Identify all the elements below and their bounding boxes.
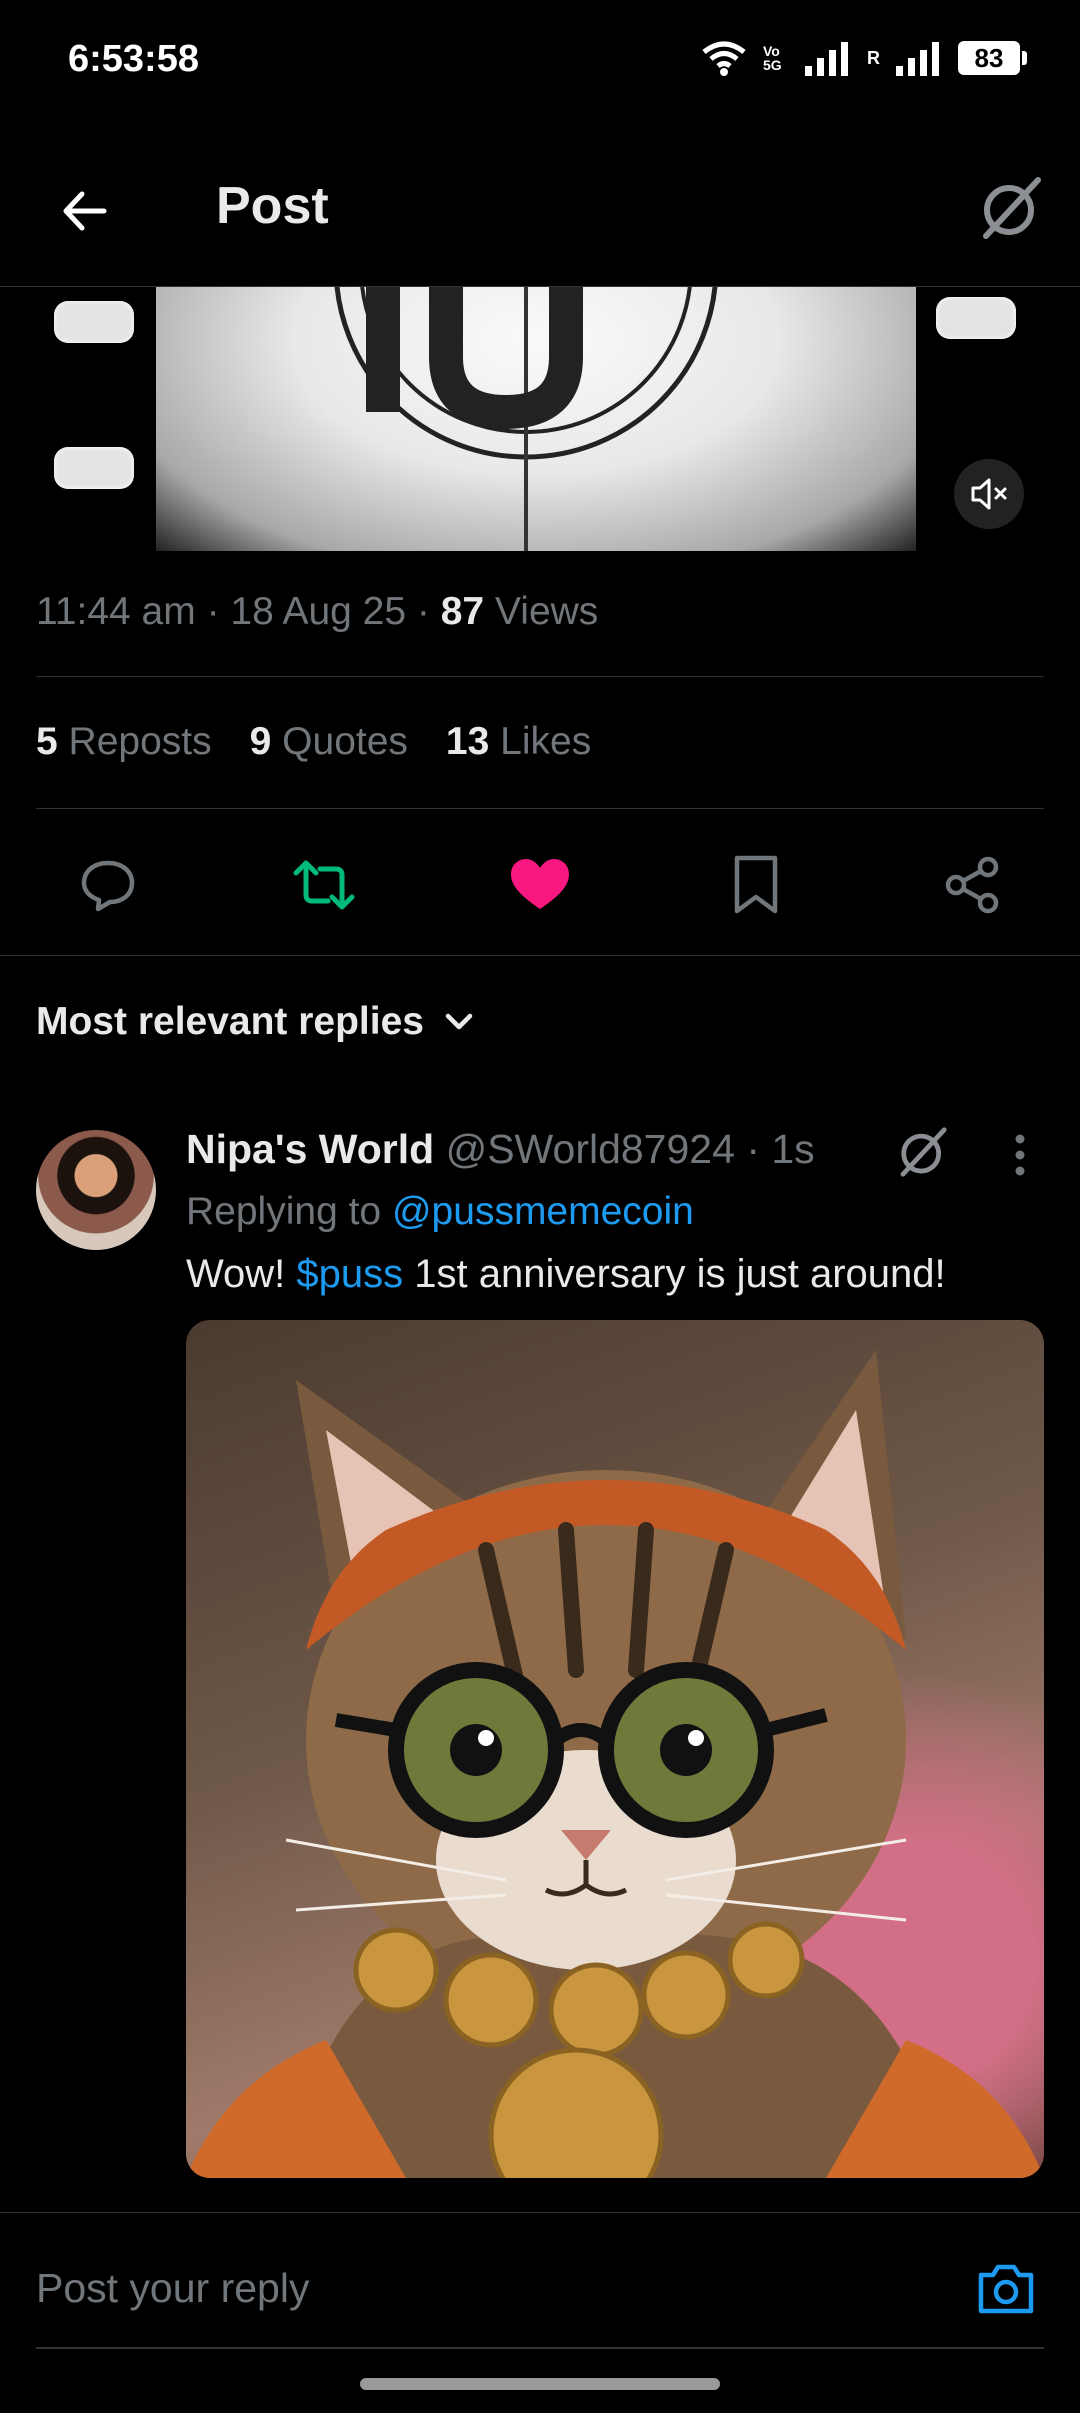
reply-author-handle[interactable]: @SWorld87924 <box>446 1126 735 1172</box>
share-button[interactable] <box>900 840 1044 930</box>
replies-sort-dropdown[interactable]: Most relevant replies <box>36 1000 476 1044</box>
status-bar: 6:53:58 Vo 5G R 83 <box>0 0 1080 120</box>
sort-label: Most relevant replies <box>36 1000 424 1043</box>
likes-stat[interactable]: 13 Likes <box>446 720 591 764</box>
reply-text-part: 1st anniversary is just around! <box>403 1252 946 1296</box>
reply-author-name[interactable]: Nipa's World <box>186 1126 434 1172</box>
post-date: 18 Aug 25 <box>230 590 407 633</box>
arrow-left-icon <box>63 191 107 231</box>
signal-icon <box>805 42 848 76</box>
like-button[interactable] <box>468 840 612 930</box>
status-icons: Vo 5G R 83 <box>699 38 1027 78</box>
grok-icon <box>900 1127 947 1177</box>
reply-more-button[interactable] <box>990 1130 1050 1180</box>
reposts-count: 5 <box>36 720 58 763</box>
home-indicator[interactable] <box>360 2378 720 2390</box>
heart-filled-icon <box>511 859 569 909</box>
composer-underline <box>36 2347 1044 2349</box>
divider <box>36 676 1044 677</box>
post-video[interactable] <box>36 287 1044 551</box>
chevron-down-icon <box>445 1013 473 1030</box>
status-time: 6:53:58 <box>68 38 199 80</box>
quotes-stat[interactable]: 9 Quotes <box>250 720 408 764</box>
replying-to-mention[interactable]: @pussmemecoin <box>392 1190 694 1233</box>
countdown-graphic <box>334 287 718 551</box>
cashtag-link[interactable]: $puss <box>296 1252 403 1296</box>
signal-icon-2 <box>896 42 939 76</box>
likes-label: Likes <box>500 720 592 763</box>
repost-button[interactable] <box>252 840 396 930</box>
reply-time: 1s <box>771 1126 815 1172</box>
volume-muted-icon <box>971 478 1007 510</box>
more-vertical-icon <box>1015 1134 1025 1176</box>
replying-to-line: Replying to @pussmemecoin <box>186 1190 694 1234</box>
reply-author-line: Nipa's World @SWorld87924 · 1s <box>186 1126 815 1173</box>
likes-count: 13 <box>445 720 490 763</box>
share-icon <box>945 856 999 914</box>
meta-separator: · <box>206 590 231 633</box>
views-label: Views <box>494 590 599 633</box>
grok-icon <box>983 177 1041 239</box>
replying-prefix: Replying to <box>186 1190 382 1233</box>
grok-button[interactable] <box>970 168 1050 248</box>
divider <box>0 955 1080 956</box>
camera-icon <box>978 2264 1034 2314</box>
bookmark-icon <box>734 855 778 914</box>
quotes-count: 9 <box>249 720 272 763</box>
avatar[interactable] <box>36 1130 156 1250</box>
post-action-bar <box>36 840 1044 930</box>
video-frame <box>156 287 916 551</box>
network-type-label: Vo 5G <box>763 43 782 73</box>
film-sprocket <box>54 301 134 343</box>
bookmark-button[interactable] <box>684 840 828 930</box>
battery-indicator: 83 <box>958 41 1027 75</box>
reply-grok-button[interactable] <box>890 1120 954 1184</box>
quotes-label: Quotes <box>282 720 408 763</box>
mute-toggle-button[interactable] <box>954 459 1024 529</box>
reply-text-part: Wow! <box>186 1252 297 1296</box>
reply-button[interactable] <box>36 840 180 930</box>
reply-text: Wow! $puss 1st anniversary is just aroun… <box>186 1252 946 1297</box>
film-sprocket <box>936 297 1016 339</box>
post-metadata: 11:44 am · 18 Aug 25 · 87 Views <box>36 590 598 634</box>
top-app-bar: Post <box>0 150 1080 287</box>
repost-icon <box>293 860 355 910</box>
engagement-stats: 5 Reposts 9 Quotes 13 Likes <box>36 720 591 764</box>
camera-button[interactable] <box>970 2253 1042 2325</box>
roaming-label: R <box>867 47 880 68</box>
reposts-label: Reposts <box>68 720 212 763</box>
page-title: Post <box>216 177 329 235</box>
film-sprocket <box>54 447 134 489</box>
reply-icon <box>81 860 135 912</box>
reposts-stat[interactable]: 5 Reposts <box>36 720 212 764</box>
reply-input[interactable]: Post your reply <box>36 2265 309 2312</box>
reply-image[interactable] <box>186 1320 1044 2178</box>
wifi-icon <box>702 41 746 76</box>
divider <box>36 808 1044 809</box>
post-time: 11:44 am <box>36 590 196 633</box>
meta-separator: · <box>416 590 441 633</box>
cat-illustration <box>186 1350 1044 2178</box>
views-count: 87 <box>440 590 485 633</box>
back-button[interactable] <box>48 175 120 247</box>
meta-separator: · <box>746 1126 772 1172</box>
